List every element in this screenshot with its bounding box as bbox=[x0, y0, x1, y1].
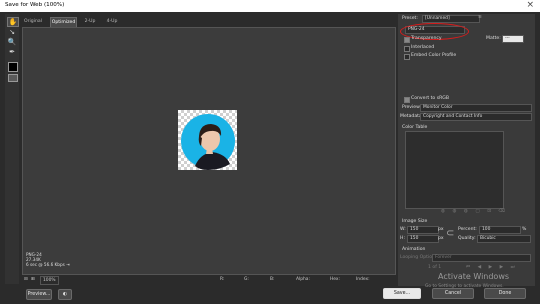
animation-heading: Animation bbox=[402, 247, 426, 252]
preview-button[interactable]: Preview... bbox=[26, 289, 52, 300]
matte-label: Matte: bbox=[486, 36, 501, 41]
tab-2-up[interactable]: 2-Up bbox=[82, 17, 98, 26]
embed-color-profile-checkbox[interactable] bbox=[404, 54, 410, 60]
animation-controls[interactable]: ⏮ ◀ ▶ ▶ ⏭ bbox=[466, 264, 518, 270]
slice-select-tool-icon[interactable]: ↘ bbox=[7, 28, 17, 36]
embed-color-profile-label: Embed Color Profile bbox=[411, 53, 457, 58]
tab-4-up[interactable]: 4-Up bbox=[104, 17, 120, 26]
height-unit: px bbox=[438, 236, 444, 241]
hand-tool-icon[interactable]: ✋ bbox=[7, 17, 19, 27]
quality-label: Quality: bbox=[458, 236, 476, 241]
bottom-bar: Preview... ◐ Save... Cancel Done bbox=[0, 287, 540, 304]
eyedropper-color-swatch[interactable] bbox=[8, 62, 18, 72]
status-bar: ⊟ ⊞ 100% R: G: B: Alpha: Hex: Index: bbox=[22, 275, 394, 285]
save-button[interactable]: Save... bbox=[383, 288, 421, 299]
percent-unit: % bbox=[522, 227, 527, 232]
info-download-time: 6 sec @ 56.6 Kbps ⇥ bbox=[26, 262, 70, 267]
done-button[interactable]: Done bbox=[484, 288, 526, 299]
tools-panel: ✋ ↘ 🔍 ✒ bbox=[5, 14, 19, 284]
toggle-slices-visibility-icon[interactable] bbox=[8, 74, 18, 82]
image-size-heading: Image Size bbox=[402, 219, 428, 224]
portrait-image bbox=[181, 114, 235, 170]
interlaced-checkbox[interactable] bbox=[404, 46, 410, 52]
percent-label: Percent: bbox=[458, 227, 477, 232]
browser-preview-icon[interactable]: ◐ bbox=[58, 289, 72, 300]
preview-mode-select[interactable]: Monitor Color bbox=[420, 104, 532, 112]
status-b: B: bbox=[270, 277, 275, 282]
looping-options-select[interactable]: Forever bbox=[432, 254, 531, 262]
status-index: Index: bbox=[356, 277, 370, 282]
transparency-label: Transparency bbox=[411, 36, 442, 41]
color-table[interactable] bbox=[405, 131, 504, 209]
optimized-image-preview[interactable] bbox=[178, 110, 237, 170]
width-input[interactable]: 150 bbox=[407, 226, 439, 234]
color-table-heading: Color Table bbox=[402, 125, 428, 130]
status-hex: Hex: bbox=[330, 277, 341, 282]
preview-mode-label: Preview: bbox=[402, 105, 422, 110]
metadata-select[interactable]: Copyright and Contact Info bbox=[420, 113, 532, 121]
height-input[interactable]: 150 bbox=[407, 235, 439, 243]
activate-windows-watermark: Activate Windows bbox=[438, 272, 510, 281]
optimization-info: PNG-24 27.34K 6 sec @ 56.6 Kbps ⇥ bbox=[26, 252, 70, 267]
interlaced-label: Interlaced bbox=[411, 45, 435, 50]
close-icon[interactable]: × bbox=[526, 0, 534, 10]
convert-srgb-checkbox[interactable] bbox=[404, 97, 410, 103]
eyedropper-tool-icon[interactable]: ✒ bbox=[7, 48, 17, 56]
zoom-level-select[interactable]: 100% bbox=[40, 276, 59, 285]
cancel-button[interactable]: Cancel bbox=[432, 288, 474, 299]
status-g: G: bbox=[244, 277, 249, 282]
convert-srgb-label: Convert to sRGB bbox=[411, 96, 449, 101]
tab-original[interactable]: Original bbox=[22, 17, 44, 26]
status-r: R: bbox=[220, 277, 225, 282]
activate-windows-subtext: Go to Settings to activate Windows. bbox=[425, 284, 504, 289]
percent-input[interactable]: 100 bbox=[479, 226, 521, 234]
preset-select[interactable]: [Unnamed] bbox=[422, 15, 480, 23]
preset-label: Preset: bbox=[402, 16, 418, 21]
window-title: Save for Web (100%) bbox=[5, 2, 65, 8]
zoom-tool-icon[interactable]: 🔍 bbox=[7, 38, 17, 46]
quality-select[interactable]: Bicubic bbox=[477, 235, 531, 243]
width-unit: px bbox=[438, 227, 444, 232]
download-time-menu-icon[interactable]: ⇥ bbox=[66, 262, 70, 267]
status-alpha: Alpha: bbox=[296, 277, 310, 282]
width-label: W: bbox=[400, 227, 406, 232]
transparency-checkbox[interactable] bbox=[404, 37, 410, 43]
zoom-out-icon[interactable]: ⊟ bbox=[24, 275, 28, 284]
frame-counter: 1 of 1 bbox=[428, 265, 442, 270]
color-table-tools[interactable]: ◍ ◍ ◍ ▢ ⊡ ⌫ bbox=[441, 209, 508, 214]
height-label: H: bbox=[400, 236, 406, 241]
constrain-proportions-link-icon[interactable]: ⊂ bbox=[446, 228, 454, 239]
preset-menu-icon[interactable]: ≡ bbox=[478, 15, 482, 20]
zoom-in-icon[interactable]: ⊞ bbox=[31, 275, 35, 284]
matte-select[interactable]: --- bbox=[502, 35, 524, 43]
